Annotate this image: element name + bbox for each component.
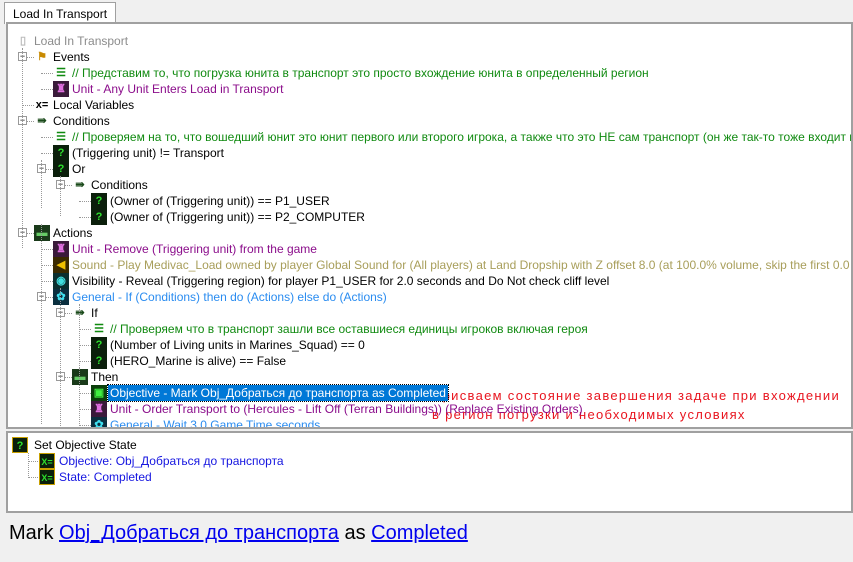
tree-node[interactable]: − ⚑ Events [8,49,851,65]
general-icon: ✿ [53,289,69,305]
tree-node-label: Unit - Remove (Triggering unit) from the… [72,242,317,256]
tree-node[interactable]: ? (Number of Living units in Marines_Squa… [8,337,851,353]
tree-node[interactable]: ☰ // Проверяем на то, что вошедший юнит э… [8,129,851,145]
unit-icon: ♜ [91,401,107,417]
visibility-eye-icon: ◉ [53,273,69,289]
unit-icon: ♜ [53,241,69,257]
tree-node[interactable]: − ⇛ Conditions [8,113,851,129]
tree-node[interactable]: −? Or [8,161,851,177]
condition-icon: ? [53,161,69,177]
action-summary: Mark Obj_Добраться до транспорта as Comp… [9,522,468,545]
tree-node-label: Load In Transport [34,34,129,48]
tree-node-label: // Проверяем что в транспорт зашли все о… [110,322,588,336]
actions-clapper-icon: ▬ [34,225,50,241]
tree-node-label: // Проверяем на то, что вошедший юнит эт… [72,130,853,144]
condition-icon: ? [53,145,69,161]
conditions-arrow-icon: ⇛ [37,115,47,127]
tree-node-label: Unit - Order Transport to (Hercules - Li… [110,402,583,416]
parameter-icon: X= [39,453,55,469]
conditions-arrow-icon: ⇛ [75,179,85,191]
events-flag-icon: ⚑ [37,51,47,63]
tree-node[interactable]: ♜ Unit - Order Transport to (Hercules - L… [8,401,851,417]
tree-node-label: (HERO_Marine is alive) == False [110,354,287,368]
objective-link[interactable]: Obj_Добраться до транспорта [59,522,339,544]
parameters-panel: ? Set Objective State X= Objective: Obj_… [6,431,853,513]
tree-node-label: (Owner of (Triggering unit)) == P1_USER [110,194,330,208]
tree-node[interactable]: − ⇛ If [8,305,851,321]
tree-node[interactable]: ◀ Sound - Play Medivac_Load owned by play… [8,257,851,273]
document-icon: ▯ [15,33,31,49]
tree-node-label: General - Wait 3.0 Game Time seconds [110,418,321,429]
tree-node[interactable]: ✿ General - Wait 3.0 Game Time seconds [8,417,851,429]
tree-node[interactable]: ? (Owner of (Triggering unit)) == P2_COMP… [8,209,851,225]
tree-node-label: Unit - Any Unit Enters Load in Transport [72,82,284,96]
actions-clapper-icon: ▬ [72,369,88,385]
tree-node-label: Conditions [53,114,110,128]
summary-text: as [344,522,366,544]
local-variables-icon: x= [35,99,49,111]
tree-node[interactable]: − ⇛ Conditions [8,177,851,193]
tree-node-label: (Triggering unit) != Transport [72,146,224,160]
tree-node[interactable]: ◉ Visibility - Reveal (Triggering region)… [8,273,851,289]
tree-node[interactable]: ♜ Unit - Any Unit Enters Load in Transpor… [8,81,851,97]
unit-icon: ♜ [53,81,69,97]
comment-icon: ☰ [56,67,66,79]
comment-icon: ☰ [56,131,66,143]
comment-icon: ☰ [94,323,104,335]
tree-node[interactable]: ? (Owner of (Triggering unit)) == P1_USER [8,193,851,209]
tree-node[interactable]: ☰ // Проверяем что в транспорт зашли все … [8,321,851,337]
tree-node[interactable]: x= Local Variables [8,97,851,113]
tree-node-label: Or [72,162,86,176]
tree-node[interactable]: ♜ Unit - Remove (Triggering unit) from th… [8,241,851,257]
tree-node-label: If [91,306,98,320]
function-icon: ? [12,437,28,453]
tree-node-label: Visibility - Reveal (Triggering region) … [72,274,610,288]
tree-node-label: (Owner of (Triggering unit)) == P2_COMPU… [110,210,365,224]
condition-icon: ? [91,209,107,225]
param-title: Set Objective State [34,438,137,452]
state-link[interactable]: Completed [371,522,468,544]
sound-icon: ◀ [53,257,69,273]
conditions-arrow-icon: ⇛ [75,307,85,319]
tree-node-label: Local Variables [53,98,135,112]
tree-node[interactable]: ☰ // Представим то, что погрузка юнита в … [8,65,851,81]
tree-node-label: Sound - Play Medivac_Load owned by playe… [72,258,853,272]
tree-node-label: // Представим то, что погрузка юнита в т… [72,66,649,80]
tree-node[interactable]: ▯ Load In Transport [8,33,851,49]
tree-node[interactable]: − ▬ Actions [8,225,851,241]
tree-node[interactable]: ? (Triggering unit) != Transport [8,145,851,161]
condition-icon: ? [91,353,107,369]
tab-load-in-transport[interactable]: Load In Transport [4,2,117,24]
condition-icon: ? [91,337,107,353]
tree-node-label: Objective - Mark Obj_Добраться до трансп… [107,384,449,402]
objective-icon: ▣ [91,385,107,401]
tree-node-label: General - If (Conditions) then do (Actio… [72,290,387,304]
tree-node[interactable]: − ▬ Then [8,369,851,385]
tree-node[interactable]: − ✿ General - If (Conditions) then do (Act… [8,289,851,305]
summary-text: Mark [9,522,54,544]
tree-node[interactable]: ? (HERO_Marine is alive) == False [8,353,851,369]
tree-node-label: Events [53,50,90,64]
condition-icon: ? [91,193,107,209]
tree-node-label: (Number of Living units in Marines_Squad… [110,338,365,352]
tree-node-label: Actions [53,226,93,240]
tree-node-label: Conditions [91,178,148,192]
trigger-tree[interactable]: Присваем состояние завершения задаче при… [6,22,853,429]
parameter-icon: X= [39,469,55,485]
general-icon: ✿ [91,417,107,427]
tree-node[interactable]: ▣ Objective - Mark Obj_Добраться до транс… [8,384,851,402]
tree-node-label: Then [91,370,119,384]
